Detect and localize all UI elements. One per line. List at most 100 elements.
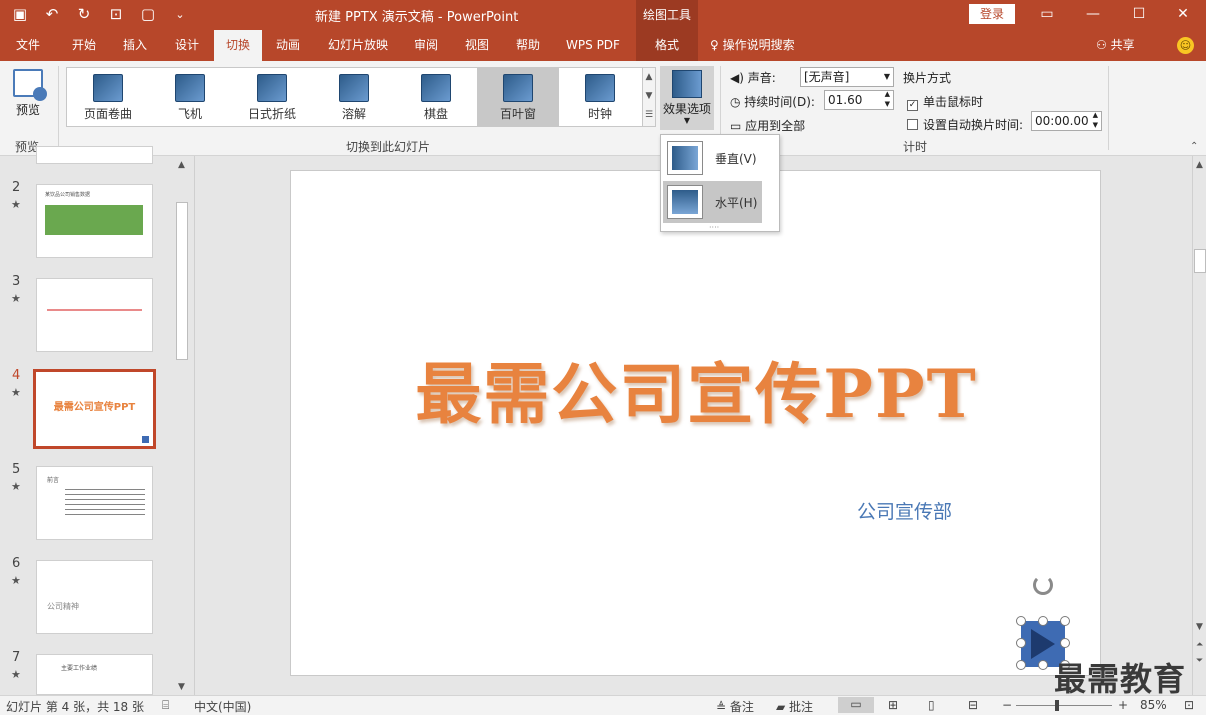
slideshow-view-icon[interactable]: ⊟ [968,698,978,712]
after-time-stepper[interactable]: 00:00.00 ▲ ▼ [1031,111,1102,131]
accessibility-icon[interactable]: ⌸ [162,698,169,713]
resize-grip-icon[interactable]: ···· [709,223,719,232]
tab-help[interactable]: 帮助 [506,30,550,61]
tell-me-search[interactable]: ♀ 操作说明搜索 [710,30,795,61]
scrollbar-thumb[interactable] [176,202,188,360]
customize-toolbar-icon[interactable]: ⌄ [170,4,190,24]
minimize-icon[interactable]: — [1070,0,1116,30]
tab-wps-pdf[interactable]: WPS PDF [558,30,628,61]
slide-thumbnail-partial[interactable] [36,146,153,164]
previous-slide-icon[interactable]: ⏶ [1196,640,1203,650]
stepper-arrows-icon[interactable]: ▲ ▼ [1093,110,1098,130]
zoom-level[interactable]: 85% [1140,698,1167,712]
tab-format[interactable]: 格式 [636,30,698,61]
sound-select[interactable]: [无声音] ▼ [800,67,894,87]
close-icon[interactable]: ✕ [1160,0,1206,30]
notes-button[interactable]: ≜ 备注 [716,698,754,715]
slide-thumbnail-5[interactable]: 前言 [36,466,153,540]
after-time-checkbox[interactable]: 设置自动换片时间: [907,116,1023,133]
slide-thumbnail-2[interactable]: 某饮品公司销售数据 [36,184,153,258]
slide-thumbnail-3[interactable] [36,278,153,352]
tab-review[interactable]: 审阅 [404,30,448,61]
tab-home[interactable]: 开始 [60,30,108,61]
notes-icon: ≜ [716,700,730,714]
scroll-up-icon[interactable]: ▲ [1196,160,1203,170]
transition-airplane[interactable]: 飞机 [149,68,231,126]
resize-handle[interactable] [1016,660,1026,670]
save-icon[interactable]: ▣ [10,4,30,24]
tab-design[interactable]: 设计 [164,30,210,61]
transition-dissolve[interactable]: 溶解 [313,68,395,126]
origami-icon [257,74,287,102]
resize-handle[interactable] [1016,616,1026,626]
gallery-up-icon[interactable]: ▲ [643,68,655,87]
effect-options-button[interactable]: 效果选项 ▼ [660,66,714,130]
scroll-up-icon[interactable]: ▲ [178,160,185,170]
share-button[interactable]: ⚇ 共享 [1096,30,1135,61]
zoom-out-icon[interactable]: − [1002,698,1012,712]
menu-item-horizontal[interactable]: 水平(H) [663,181,762,223]
tab-insert[interactable]: 插入 [112,30,158,61]
slide-thumbnail-6[interactable]: 公司精神 [36,560,153,634]
login-button[interactable]: 登录 [969,4,1015,24]
transition-clock[interactable]: 时钟 [559,68,641,126]
new-file-icon[interactable]: ▢ [138,4,158,24]
undo-icon[interactable]: ↶ [42,4,62,24]
slide-thumbnail-4[interactable]: 最需公司宣传PPT [33,369,156,449]
scroll-down-icon[interactable]: ▼ [1196,622,1203,632]
resize-handle[interactable] [1060,616,1070,626]
tell-me-label: 操作说明搜索 [722,38,795,52]
transition-checkerboard[interactable]: 棋盘 [395,68,477,126]
ribbon-display-options-icon[interactable]: ▭ [1024,0,1070,30]
blinds-icon [503,74,533,102]
zoom-slider-handle[interactable] [1055,700,1059,711]
zoom-in-icon[interactable]: + [1118,698,1128,712]
fit-to-window-icon[interactable]: ⊡ [1184,698,1194,712]
current-slide[interactable]: 最需公司宣传PPT 公司宣传部 [290,170,1101,676]
scroll-down-icon[interactable]: ▼ [178,682,185,692]
gallery-more-icon[interactable]: ☰ [643,106,655,125]
rotate-handle-icon[interactable] [1033,575,1053,595]
transition-page-curl[interactable]: 页面卷曲 [67,68,149,126]
duration-stepper[interactable]: 01.60 ▲ ▼ [824,90,894,110]
normal-view-icon[interactable]: ▭ [838,697,874,713]
language-indicator[interactable]: 中文(中国) [194,698,251,715]
maximize-icon[interactable]: ☐ [1116,0,1162,30]
resize-handle[interactable] [1060,638,1070,648]
menu-item-vertical[interactable]: 垂直(V) [663,137,762,179]
tab-file[interactable]: 文件 [6,30,50,61]
transition-origami[interactable]: 日式折纸 [231,68,313,126]
resize-handle[interactable] [1038,660,1048,670]
transition-star-icon: ★ [11,292,21,305]
redo-icon[interactable]: ↻ [74,4,94,24]
resize-handle[interactable] [1038,616,1048,626]
preview-button[interactable]: 预览 [8,67,48,129]
present-from-start-icon[interactable]: ⊡ [106,4,126,24]
tab-transitions[interactable]: 切换 [214,30,262,61]
slide-thumbnail-7[interactable]: 主要工作业绩 [36,654,153,695]
next-slide-icon[interactable]: ⏷ [1196,656,1203,666]
collapse-ribbon-icon[interactable]: ⌃ [1190,141,1198,152]
scrollbar-thumb[interactable] [1194,249,1206,273]
gallery-down-icon[interactable]: ▼ [643,87,655,106]
slide-title[interactable]: 最需公司宣传PPT [291,341,1102,437]
tab-slideshow[interactable]: 幻灯片放映 [320,30,396,61]
page-curl-icon [93,74,123,102]
stepper-arrows-icon[interactable]: ▲ ▼ [885,89,890,109]
feedback-smiley-icon[interactable]: ☺ [1177,37,1194,54]
slide-sorter-icon[interactable]: ⊞ [888,698,898,712]
apply-all-button[interactable]: ▭ 应用到全部 [730,117,805,134]
transition-blinds[interactable]: 百叶窗 [477,68,559,126]
slide-subtitle[interactable]: 公司宣传部 [857,497,952,524]
resize-handle[interactable] [1016,638,1026,648]
zoom-slider[interactable] [1016,705,1112,706]
speaker-icon: ◀) [730,71,748,85]
tab-animations[interactable]: 动画 [266,30,310,61]
slide-number: 3 [12,274,21,289]
on-click-checkbox[interactable]: ✓ 单击鼠标时 [907,93,983,111]
tab-view[interactable]: 视图 [454,30,500,61]
reading-view-icon[interactable]: ▯ [928,698,935,712]
comments-button[interactable]: ▰ 批注 [776,698,813,715]
thumbnail-scrollbar[interactable]: ▲ ▼ [174,160,190,694]
slide-scrollbar[interactable]: ▲ ▼ ⏶ ⏷ [1192,156,1206,695]
